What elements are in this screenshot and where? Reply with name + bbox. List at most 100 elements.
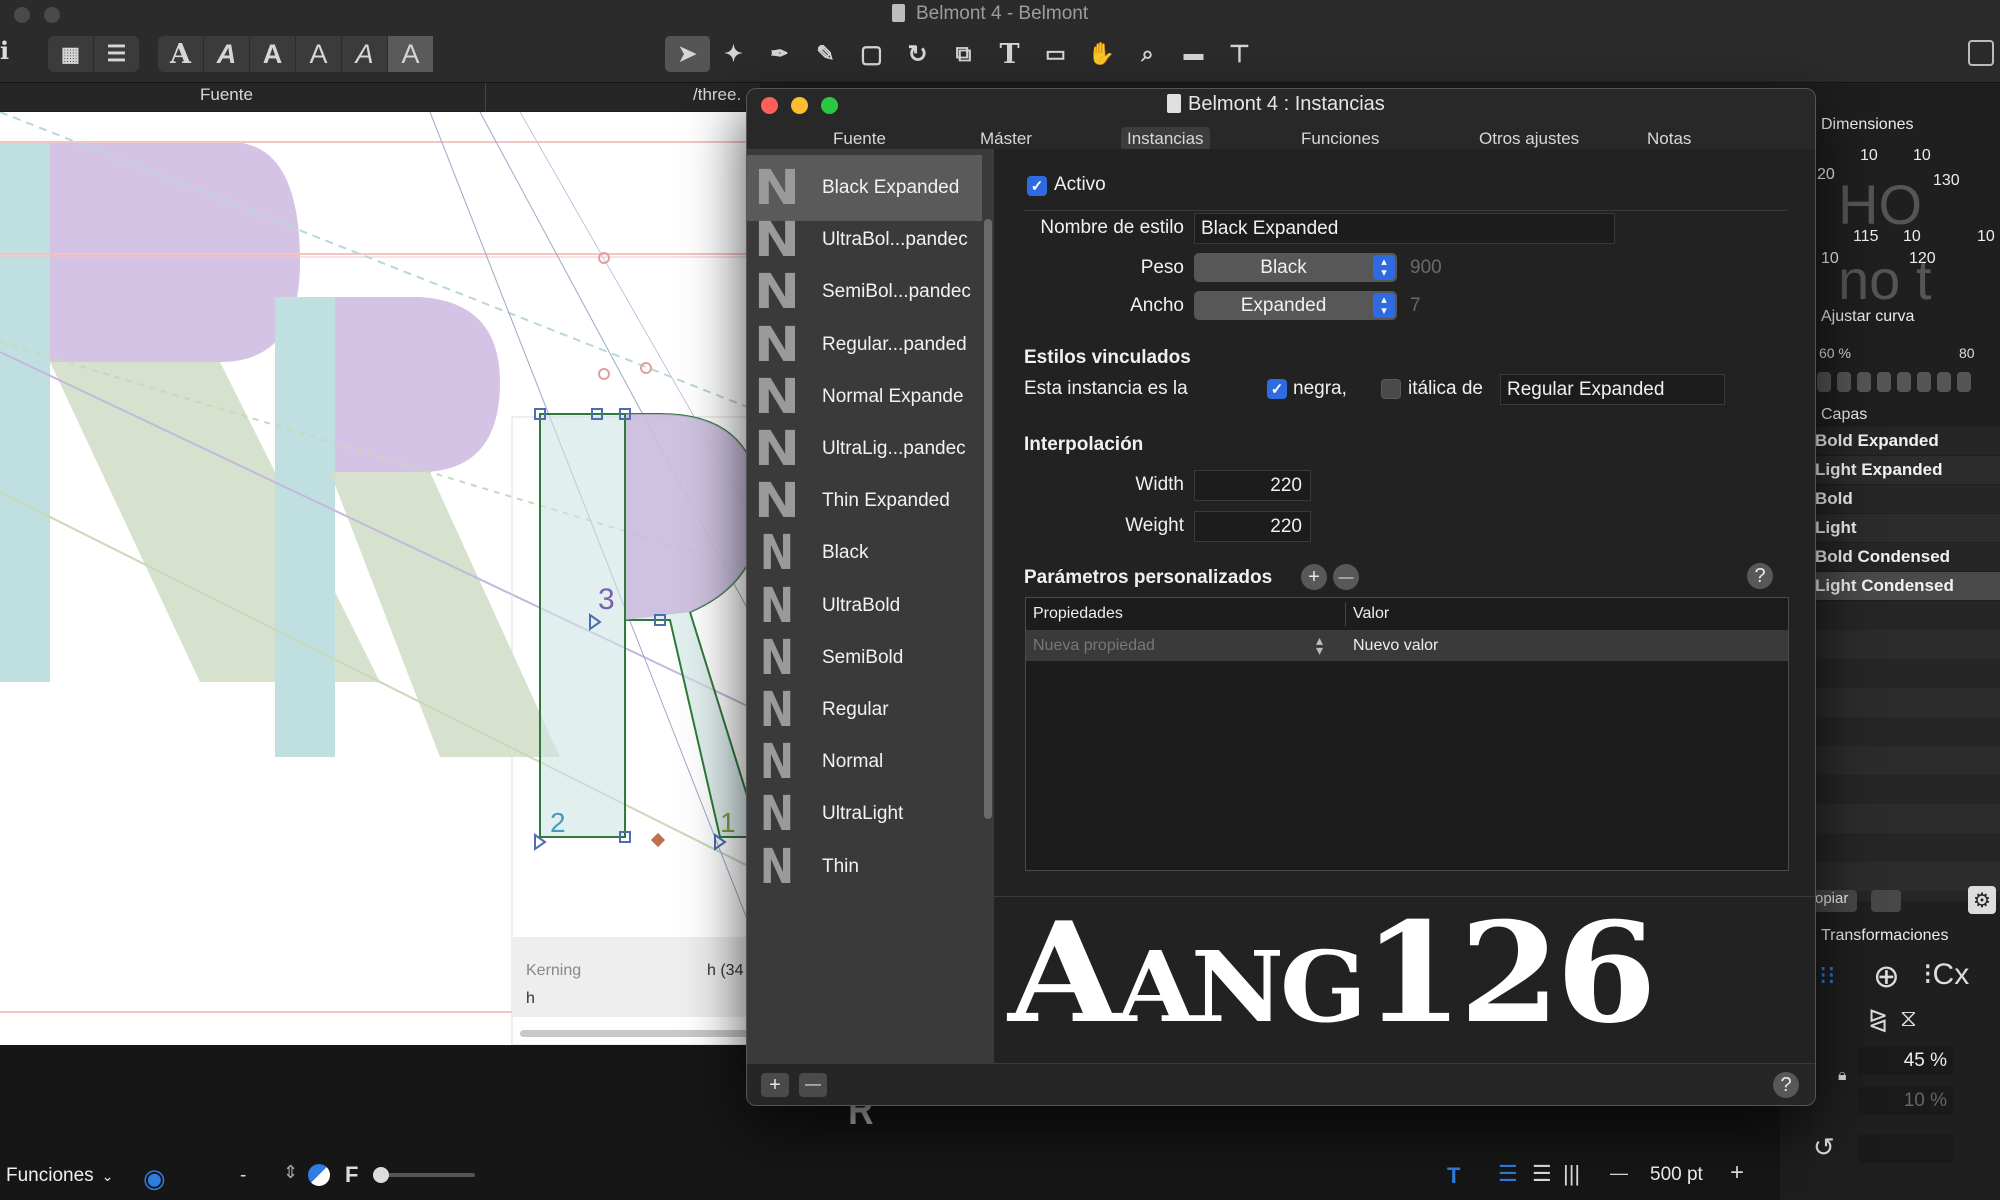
minimize-window-button[interactable] bbox=[44, 7, 60, 23]
zoom-in-button[interactable]: + bbox=[1730, 1159, 1744, 1187]
linked-style-field[interactable]: Regular Expanded bbox=[1500, 374, 1725, 405]
metrics-tool-icon[interactable]: ⊤ bbox=[1217, 36, 1263, 72]
scale-field[interactable]: 45 % bbox=[1858, 1047, 1953, 1075]
rotate-field[interactable] bbox=[1858, 1135, 1953, 1163]
text-tool-icon[interactable]: T bbox=[987, 36, 1033, 72]
lock-icon[interactable]: 🔒︎ bbox=[1838, 1067, 1847, 1085]
select-all-layers-icon[interactable]: ✦ bbox=[711, 36, 757, 72]
pencil-tool-icon[interactable]: ✎ bbox=[803, 36, 849, 72]
curve-preset-button[interactable] bbox=[1897, 372, 1911, 392]
cx-icon[interactable]: ⁝Cx bbox=[1923, 957, 1969, 992]
tab-fuente[interactable]: Fuente bbox=[827, 127, 892, 151]
interp-weight-field[interactable]: 220 bbox=[1194, 511, 1311, 542]
shape-tool-icon[interactable]: ▢ bbox=[849, 36, 895, 72]
bold-link-checkbox[interactable]: ✓ bbox=[1267, 379, 1287, 399]
tab-notas[interactable]: Notas bbox=[1641, 127, 1697, 151]
remove-parameter-button[interactable]: — bbox=[1333, 564, 1359, 590]
help-button[interactable]: ? bbox=[1747, 563, 1773, 589]
stepper-icon[interactable]: ⇕ bbox=[283, 1162, 298, 1183]
property-placeholder[interactable]: Nueva propiedad bbox=[1033, 637, 1155, 655]
style-name-field[interactable]: Black Expanded bbox=[1194, 213, 1615, 244]
chevron-updown-icon[interactable]: ▴ ▾ bbox=[1316, 633, 1323, 657]
help-button[interactable]: ? bbox=[1773, 1072, 1799, 1098]
zoom-button[interactable] bbox=[821, 97, 838, 114]
curve-preset-button[interactable] bbox=[1877, 372, 1891, 392]
add-parameter-button[interactable]: + bbox=[1301, 564, 1327, 590]
remove-layer-button[interactable] bbox=[1871, 890, 1901, 912]
tab-fuente[interactable]: Fuente bbox=[200, 85, 253, 105]
justify-icon[interactable]: ||| bbox=[1563, 1161, 1580, 1187]
tab-master[interactable]: Máster bbox=[974, 127, 1038, 151]
list-view-button[interactable]: ☰ bbox=[94, 36, 139, 72]
minimize-button[interactable] bbox=[791, 97, 808, 114]
curve-preset-button[interactable] bbox=[1937, 372, 1951, 392]
scale-field-2[interactable]: 10 % bbox=[1858, 1087, 1953, 1115]
text-options-icon[interactable]: T bbox=[1447, 1163, 1460, 1189]
curve-preset-button[interactable] bbox=[1837, 372, 1851, 392]
close-button[interactable] bbox=[761, 97, 778, 114]
curve-preset-button[interactable] bbox=[1817, 372, 1831, 392]
zoom-out-button[interactable]: — bbox=[1610, 1163, 1628, 1184]
font-sample-button[interactable]: A bbox=[388, 36, 433, 72]
scale-tool-icon[interactable]: ⧉ bbox=[941, 36, 987, 72]
width-select[interactable]: Expanded ▴ ▾ bbox=[1194, 291, 1397, 320]
measure-tool-icon[interactable]: ▬ bbox=[1171, 36, 1217, 72]
instance-list[interactable]: N Black Expanded N UltraBol...pandec N SemiBo… bbox=[747, 149, 994, 1063]
font-sample-button[interactable]: A bbox=[158, 36, 204, 72]
crosshair-icon[interactable]: ⊕ bbox=[1873, 957, 1900, 995]
tab-otros-ajustes[interactable]: Otros ajustes bbox=[1473, 127, 1585, 151]
functions-dropdown[interactable]: Funciones ⌄ bbox=[6, 1165, 113, 1187]
layer-row[interactable]: Bold Condensed bbox=[1813, 543, 2000, 571]
flip-horizontal-icon[interactable]: ⧎ bbox=[1868, 1005, 1888, 1034]
curve-preset-button[interactable] bbox=[1857, 372, 1871, 392]
font-sample-button[interactable]: A bbox=[342, 36, 388, 72]
remove-instance-button[interactable]: — bbox=[799, 1073, 827, 1097]
weight-select[interactable]: Black ▴ ▾ bbox=[1194, 253, 1397, 282]
instance-list-item[interactable]: N Thin bbox=[747, 834, 982, 900]
tab-instancias[interactable]: Instancias bbox=[1121, 127, 1210, 151]
layer-row[interactable]: Light Condensed bbox=[1813, 572, 2000, 600]
slider-knob[interactable] bbox=[373, 1167, 389, 1183]
gear-icon[interactable]: ⚙ bbox=[1968, 886, 1996, 914]
curve-preset-button[interactable] bbox=[1917, 372, 1931, 392]
pen-tool-icon[interactable]: ✒ bbox=[757, 36, 803, 72]
flip-vertical-icon[interactable]: ⧖ bbox=[1900, 1005, 1917, 1033]
color-half-icon[interactable] bbox=[308, 1164, 330, 1186]
hand-tool-icon[interactable]: ✋ bbox=[1079, 36, 1125, 72]
font-sample-button[interactable]: A bbox=[204, 36, 250, 72]
interp-width-field[interactable]: 220 bbox=[1194, 470, 1311, 501]
column-header-properties[interactable]: Propiedades bbox=[1033, 605, 1123, 623]
size-slider[interactable] bbox=[373, 1167, 475, 1183]
layer-row[interactable]: Bold Expanded bbox=[1813, 427, 2000, 455]
font-sample-button[interactable]: A bbox=[296, 36, 342, 72]
layer-row[interactable]: Light bbox=[1813, 514, 2000, 542]
column-header-value[interactable]: Valor bbox=[1353, 605, 1389, 623]
add-instance-button[interactable]: + bbox=[761, 1073, 789, 1097]
eye-icon[interactable]: ◉ bbox=[143, 1163, 166, 1194]
select-tool-icon[interactable]: ➤ bbox=[665, 36, 711, 72]
curve-preset-button[interactable] bbox=[1957, 372, 1971, 392]
zoom-tool-icon[interactable]: ⌕ bbox=[1125, 36, 1171, 72]
active-checkbox[interactable]: ✓ bbox=[1027, 176, 1047, 196]
grid-view-button[interactable]: ▦ bbox=[48, 36, 94, 72]
info-button[interactable]: i bbox=[0, 36, 22, 72]
italic-link-checkbox[interactable] bbox=[1381, 379, 1401, 399]
annotation-tool-icon[interactable]: ▭ bbox=[1033, 36, 1079, 72]
close-window-button[interactable] bbox=[14, 7, 30, 23]
property-value[interactable]: Nuevo valor bbox=[1353, 637, 1438, 655]
rotate-ccw-icon[interactable]: ↺ bbox=[1813, 1132, 1835, 1163]
layer-row[interactable]: Bold bbox=[1813, 485, 2000, 513]
table-row[interactable]: Nueva propiedad ▴ ▾ Nuevo valor bbox=[1026, 631, 1788, 661]
font-sample-button[interactable]: A bbox=[250, 36, 296, 72]
layer-row[interactable]: Light Expanded bbox=[1813, 456, 2000, 484]
tab-funciones[interactable]: Funciones bbox=[1295, 127, 1385, 151]
tab-three[interactable]: /three. bbox=[693, 85, 741, 105]
rotate-tool-icon[interactable]: ↻ bbox=[895, 36, 941, 72]
instance-list-scrollbar[interactable] bbox=[984, 219, 992, 819]
glyph-canvas[interactable]: 2 1 3 Kerning h (34 h bbox=[0, 112, 760, 1045]
align-left-icon[interactable]: ☰ bbox=[1498, 1161, 1518, 1187]
align-right-icon[interactable]: ☰ bbox=[1532, 1161, 1552, 1187]
copy-button[interactable]: opiar bbox=[1813, 890, 1857, 912]
horizontal-scrollbar[interactable] bbox=[520, 1030, 760, 1037]
align-selection-icon[interactable]: ⁝⁝ bbox=[1819, 960, 1836, 991]
